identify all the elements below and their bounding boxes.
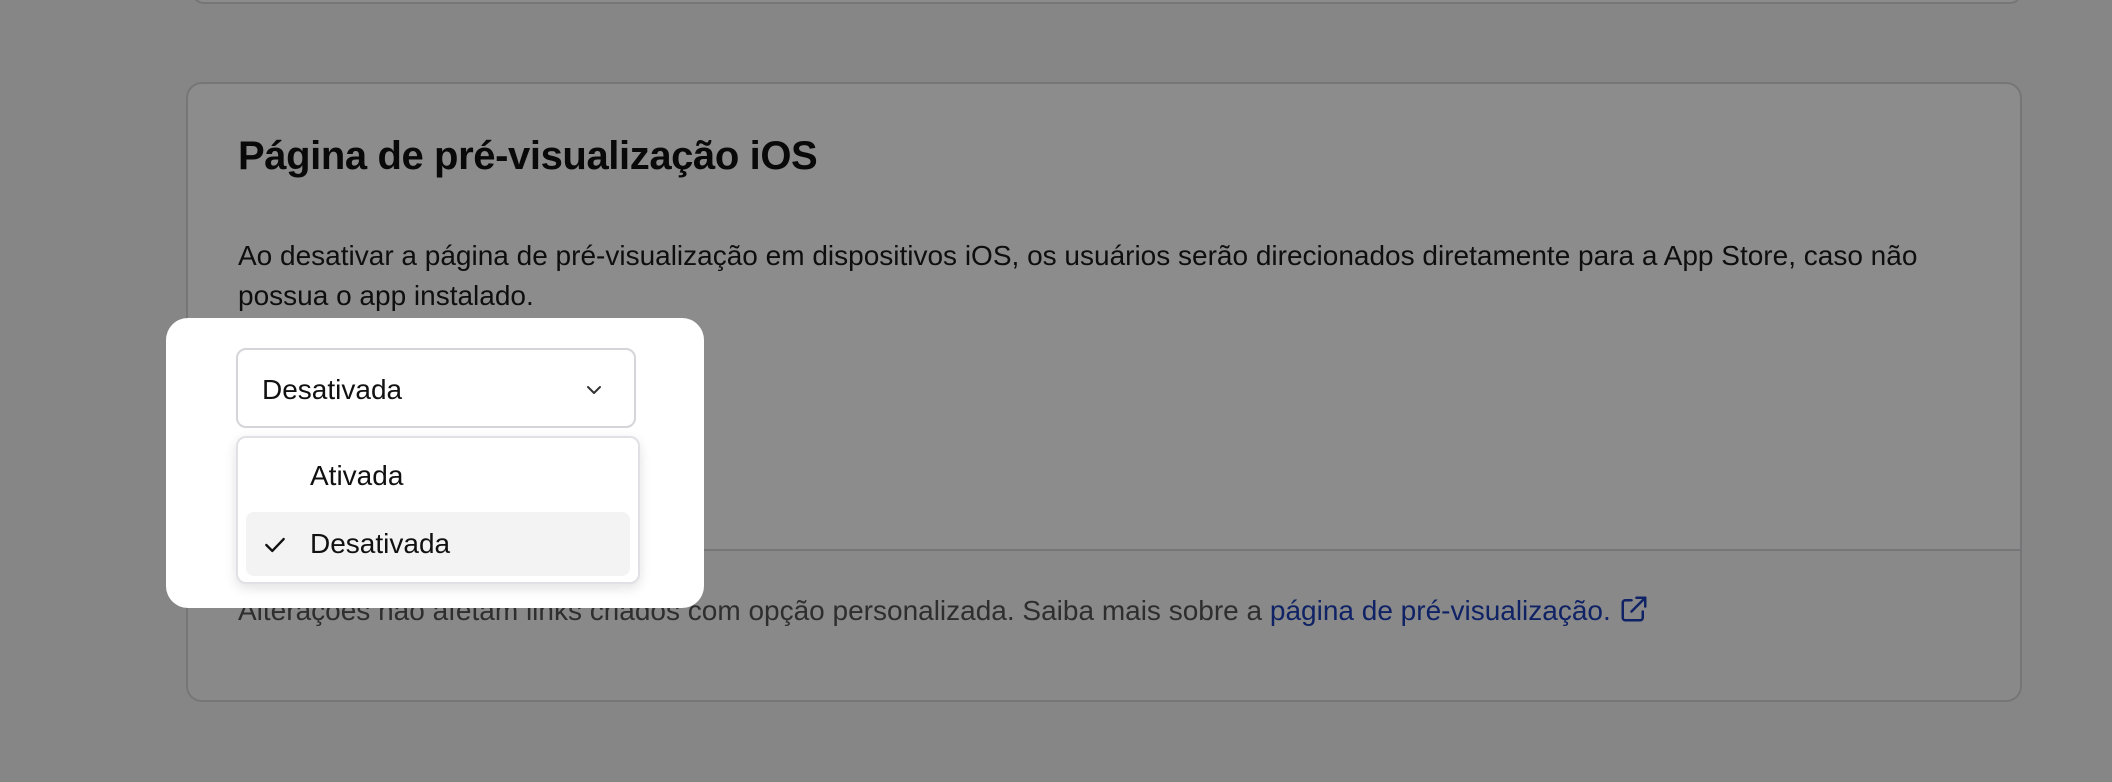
check-icon (265, 537, 285, 553)
select-options-menu: Ativada Desativada (236, 436, 640, 584)
option-desativada[interactable]: Desativada (246, 512, 630, 576)
option-label: Desativada (310, 528, 451, 559)
option-label: Ativada (310, 460, 404, 491)
chevron-down-icon (587, 386, 601, 394)
ios-preview-select[interactable]: Desativada (236, 348, 636, 428)
option-ativada[interactable]: Ativada (246, 444, 630, 508)
select-current-value: Desativada (262, 374, 403, 405)
